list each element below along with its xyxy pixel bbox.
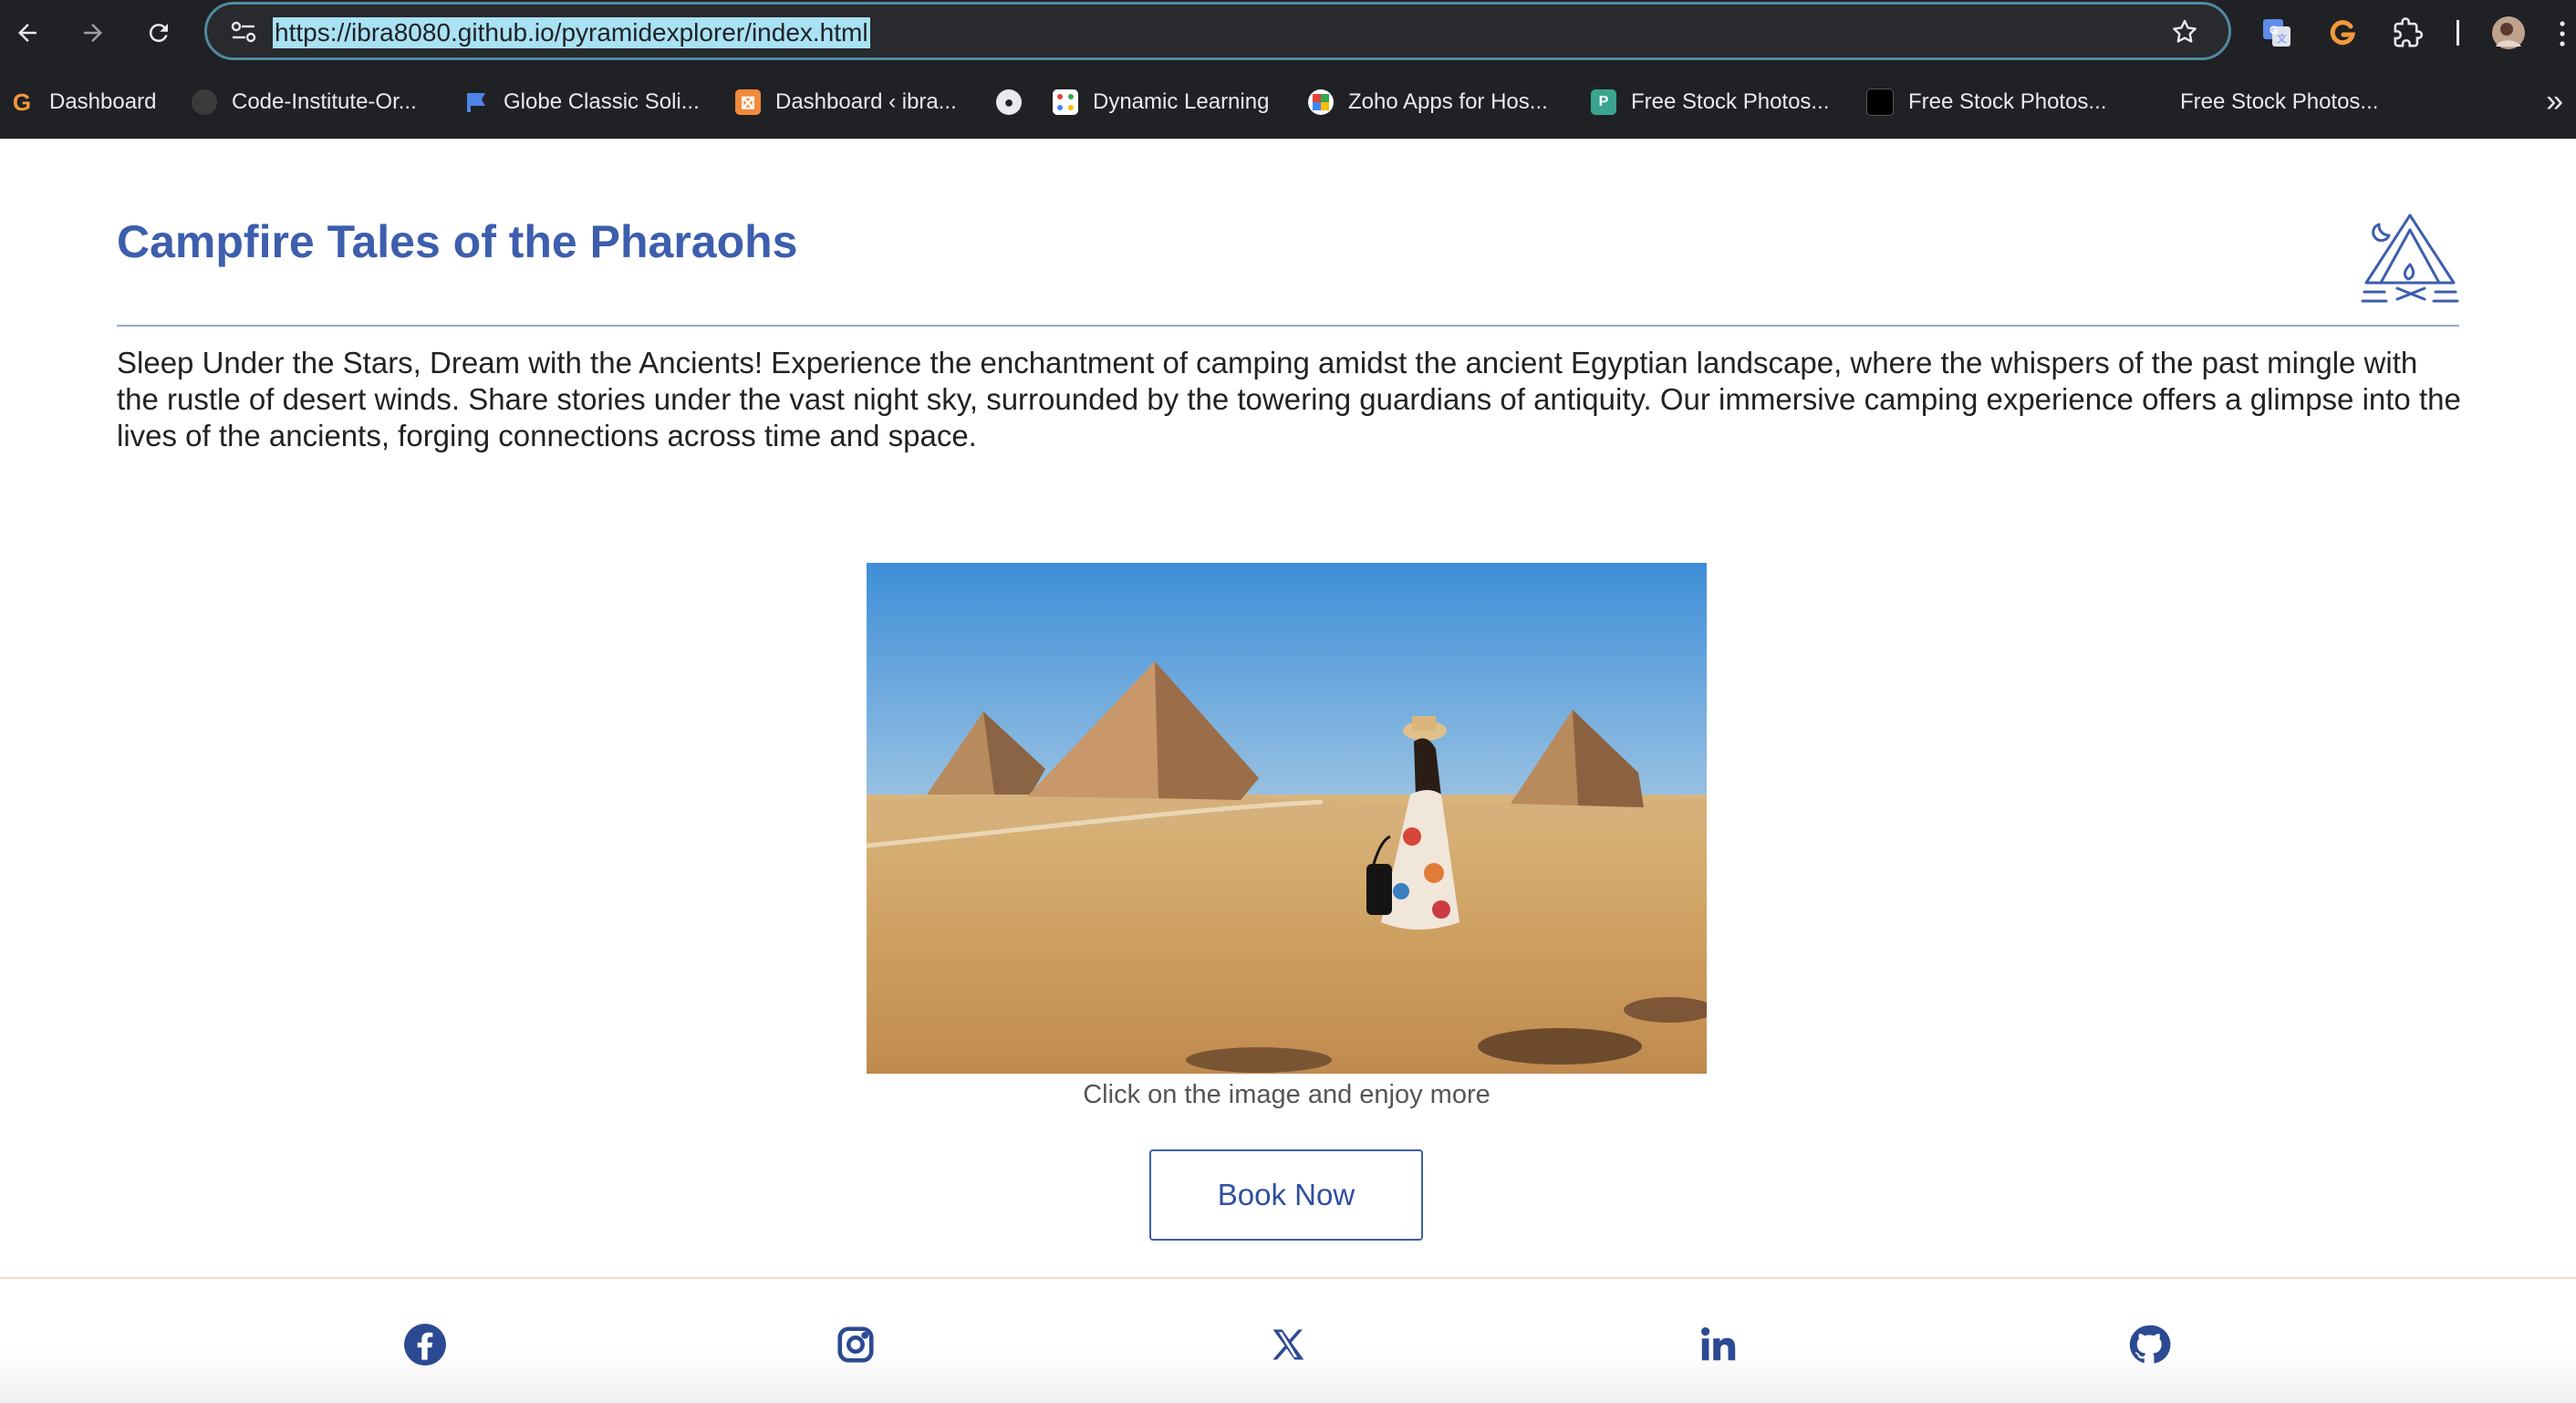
bookmark-label: Zoho Apps for Hos... xyxy=(1348,89,1548,114)
github-icon[interactable] xyxy=(2125,1321,2173,1368)
linkedin-icon[interactable] xyxy=(1695,1321,1742,1368)
address-bar[interactable]: https://ibra8080.github.io/pyramidexplor… xyxy=(204,2,2231,60)
bookmark-item[interactable]: Dynamic Learning xyxy=(1053,82,1269,122)
bookmark-label: Free Stock Photos... xyxy=(1908,89,2107,114)
bookmark-item[interactable]: Free Stock Photos... xyxy=(1866,82,2106,122)
image-caption: Click on the image and enjoy more xyxy=(1083,1080,1491,1109)
bookmark-item[interactable]: Zoho Apps for Hos... xyxy=(1308,82,1548,122)
grammarly-g-icon: G xyxy=(12,88,32,116)
zoho-icon xyxy=(1308,89,1334,115)
github-icon xyxy=(192,89,217,115)
google-translate-icon[interactable]: G文 xyxy=(2255,11,2299,55)
globe-icon: ● xyxy=(996,89,1022,115)
browser-menu-icon[interactable] xyxy=(2560,20,2565,47)
footer xyxy=(0,1277,2576,1403)
bookmark-star-icon[interactable] xyxy=(2168,16,2201,48)
blank-icon xyxy=(2140,89,2166,115)
flag-icon xyxy=(463,89,489,115)
x-icon[interactable] xyxy=(1264,1321,1312,1368)
book-now-button[interactable]: Book Now xyxy=(1149,1149,1423,1241)
bookmark-item[interactable]: ⊠ Dashboard ‹ ibra... xyxy=(735,82,957,122)
reload-icon xyxy=(149,24,168,43)
section-title: Campfire Tales of the Pharaohs xyxy=(117,216,798,267)
arrow-right-icon xyxy=(84,24,102,42)
instagram-icon[interactable] xyxy=(832,1321,879,1368)
url-text[interactable]: https://ibra8080.github.io/pyramidexplor… xyxy=(273,17,870,48)
grammarly-extension-icon[interactable] xyxy=(2321,11,2364,55)
bookmarks-bar: G Dashboard Code-Institute-Or... Globe C… xyxy=(0,66,2576,140)
bookmark-item[interactable]: Free Stock Photos... xyxy=(2140,82,2378,122)
bookmark-label: Dashboard xyxy=(49,89,157,114)
site-info-icon[interactable] xyxy=(225,16,262,48)
bookmark-label: Dashboard ‹ ibra... xyxy=(775,89,957,114)
photo-icon: P xyxy=(1591,89,1616,115)
section-description: Sleep Under the Stars, Dream with the An… xyxy=(117,346,2461,452)
title-divider xyxy=(117,325,2459,327)
pyramids-photo-link[interactable] xyxy=(867,563,1707,1074)
campfire-tent-icon xyxy=(2361,212,2459,307)
bookmark-item[interactable]: ● xyxy=(996,82,1036,122)
arrow-left-icon xyxy=(18,24,36,42)
page-content: Campfire Tales of the Pharaohs Sleep Und… xyxy=(0,139,2576,1403)
bookmark-item[interactable]: P Free Stock Photos... xyxy=(1591,82,1829,122)
profile-avatar[interactable] xyxy=(2487,11,2530,55)
reload-button[interactable] xyxy=(137,11,181,55)
more-bookmarks-chevron-icon[interactable]: » xyxy=(2546,84,2563,120)
bookmark-item[interactable]: Globe Classic Soli... xyxy=(463,82,700,122)
browser-toolbar: https://ibra8080.github.io/pyramidexplor… xyxy=(0,0,2576,66)
facebook-icon[interactable] xyxy=(401,1321,449,1368)
bookmark-label: Code-Institute-Or... xyxy=(232,89,417,114)
svg-text:文: 文 xyxy=(2277,32,2287,45)
forward-button[interactable] xyxy=(71,11,115,55)
toolbar-separator xyxy=(2457,20,2459,46)
extensions-puzzle-icon[interactable] xyxy=(2386,11,2430,55)
back-button[interactable] xyxy=(5,11,49,55)
xampp-icon: ⊠ xyxy=(735,89,761,115)
bookmark-item[interactable]: G Dashboard xyxy=(9,82,157,122)
pyramids-photo xyxy=(867,563,1707,1074)
bookmark-item[interactable]: Code-Institute-Or... xyxy=(192,82,417,122)
bookmark-label: Free Stock Photos... xyxy=(1631,89,1830,114)
square-icon xyxy=(1866,88,1894,116)
dots-grid-icon xyxy=(1053,89,1078,115)
bookmark-label: Globe Classic Soli... xyxy=(504,89,700,114)
bookmark-label: Free Stock Photos... xyxy=(2180,89,2379,114)
bookmark-label: Dynamic Learning xyxy=(1093,89,1270,114)
